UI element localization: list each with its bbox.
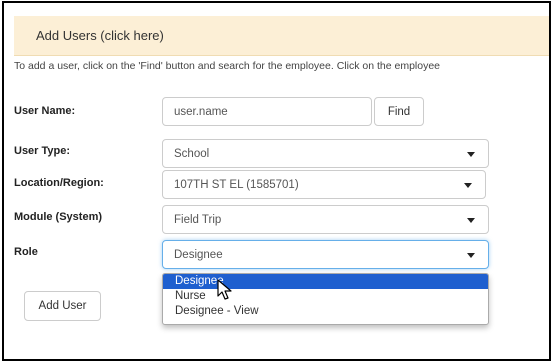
chevron-down-icon (467, 152, 475, 157)
add-user-button[interactable]: Add User (24, 291, 101, 321)
role-option-nurse[interactable]: Nurse (163, 289, 488, 304)
role-option-designee-view[interactable]: Designee - View (163, 304, 488, 319)
user-type-select[interactable]: School (162, 139, 489, 168)
instructions-text: To add a user, click on the 'Find' butto… (14, 60, 441, 72)
chevron-down-icon (467, 218, 475, 223)
role-label: Role (14, 246, 38, 258)
location-label: Location/Region: (14, 177, 104, 189)
find-button[interactable]: Find (374, 97, 424, 126)
mouse-pointer-icon (217, 279, 232, 300)
module-label: Module (System) (14, 211, 103, 223)
panel-header-title: Add Users (click here) (36, 28, 164, 43)
role-select[interactable]: Designee (162, 240, 489, 269)
add-users-panel-header[interactable]: Add Users (click here) (14, 16, 549, 56)
user-name-input[interactable]: user.name (162, 97, 372, 126)
user-name-label: User Name: (14, 105, 76, 117)
role-value: Designee (174, 248, 223, 261)
chevron-down-icon (464, 183, 472, 188)
role-dropdown-list[interactable]: Designee Nurse Designee - View (162, 273, 489, 325)
chevron-down-icon (467, 253, 475, 258)
module-select[interactable]: Field Trip (162, 205, 489, 234)
location-select[interactable]: 107TH ST EL (1585701) (162, 170, 486, 199)
user-type-label: User Type: (14, 145, 71, 157)
module-value: Field Trip (174, 213, 222, 226)
role-option-designee[interactable]: Designee (163, 274, 488, 289)
user-type-value: School (174, 147, 210, 160)
location-value: 107TH ST EL (1585701) (174, 178, 299, 191)
user-name-value: user.name (174, 105, 228, 118)
